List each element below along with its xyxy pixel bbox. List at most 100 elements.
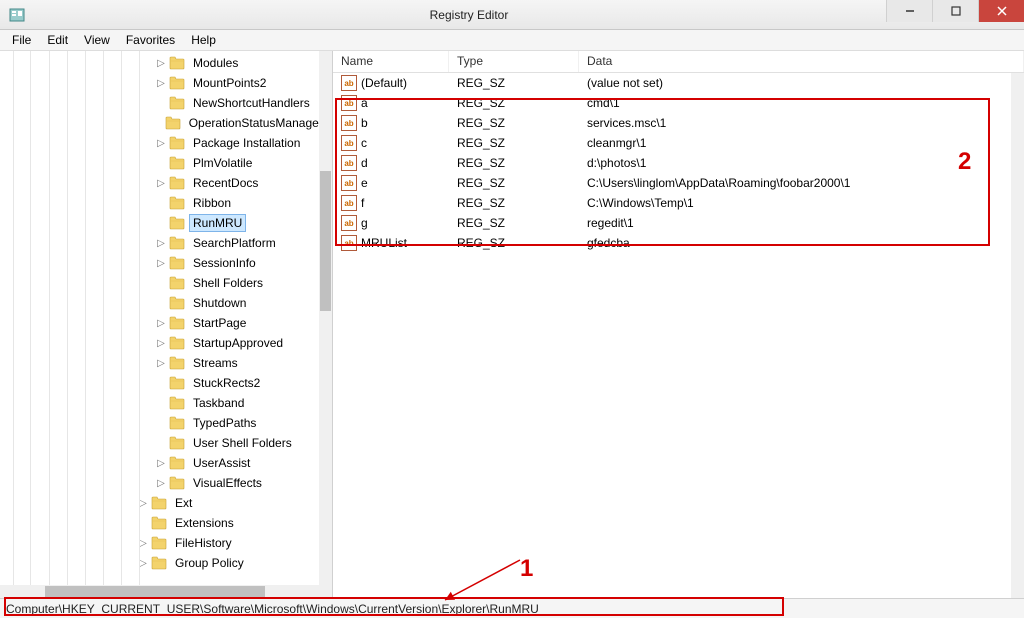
tree-item[interactable]: ▷Shell Folders	[155, 273, 319, 293]
tree-item[interactable]: ▷ SessionInfo	[155, 253, 319, 273]
value-data: d:\photos\1	[579, 156, 1024, 170]
tree-item-label: FileHistory	[171, 534, 236, 552]
expand-icon[interactable]: ▷	[155, 478, 167, 489]
folder-icon	[169, 76, 185, 90]
expand-icon[interactable]: ▷	[137, 498, 149, 509]
folder-icon	[169, 376, 185, 390]
menu-edit[interactable]: Edit	[39, 30, 76, 50]
expand-icon[interactable]: ▷	[155, 338, 167, 349]
tree-item[interactable]: ▷PlmVolatile	[155, 153, 319, 173]
folder-icon	[169, 196, 185, 210]
folder-icon	[151, 536, 167, 550]
menu-view[interactable]: View	[76, 30, 118, 50]
list-item[interactable]: abcREG_SZcleanmgr\1	[333, 133, 1024, 153]
list-item[interactable]: abfREG_SZC:\Windows\Temp\1	[333, 193, 1024, 213]
tree-item-label: Taskband	[189, 394, 248, 412]
tree-item[interactable]: ▷VisualEffects	[155, 473, 319, 493]
tree-pane: ▷Modules▷MountPoints2▷NewShortcutHandler…	[0, 51, 333, 598]
value-type: REG_SZ	[449, 176, 579, 190]
tree-item-label: StartPage	[189, 314, 250, 332]
tree-item[interactable]: ▷MountPoints2	[155, 73, 319, 93]
list-item[interactable]: abaREG_SZcmd\1	[333, 93, 1024, 113]
folder-icon	[169, 296, 185, 310]
tree-item[interactable]: ▷Modules	[155, 53, 319, 73]
maximize-button[interactable]	[932, 0, 978, 22]
list-item[interactable]: abbREG_SZservices.msc\1	[333, 113, 1024, 133]
column-type[interactable]: Type	[449, 51, 579, 72]
value-data: C:\Windows\Temp\1	[579, 196, 1024, 210]
list-item[interactable]: ab(Default)REG_SZ(value not set)	[333, 73, 1024, 93]
list-item[interactable]: abMRUListREG_SZgfedcba	[333, 233, 1024, 253]
tree-item[interactable]: ▷Ribbon	[155, 193, 319, 213]
expand-icon[interactable]: ▷	[137, 558, 149, 569]
tree-item-label: RunMRU	[189, 214, 246, 232]
value-name: g	[361, 216, 368, 230]
list-item[interactable]: abeREG_SZC:\Users\linglom\AppData\Roamin…	[333, 173, 1024, 193]
folder-icon	[169, 316, 185, 330]
tree-item[interactable]: ▷ FileHistory	[137, 533, 319, 553]
tree-item[interactable]: ▷RecentDocs	[155, 173, 319, 193]
column-data[interactable]: Data	[579, 51, 1024, 72]
minimize-button[interactable]	[886, 0, 932, 22]
expand-icon[interactable]: ▷	[155, 58, 167, 69]
expand-icon[interactable]: ▷	[155, 78, 167, 89]
expand-icon[interactable]: ▷	[155, 318, 167, 329]
tree-item[interactable]: ▷User Shell Folders	[155, 433, 319, 453]
menu-file[interactable]: File	[4, 30, 39, 50]
tree-vertical-scrollbar[interactable]	[319, 51, 332, 585]
close-button[interactable]	[978, 0, 1024, 22]
tree-item-label: Ribbon	[189, 194, 235, 212]
value-data: cleanmgr\1	[579, 136, 1024, 150]
string-value-icon: ab	[341, 175, 357, 191]
folder-icon	[169, 136, 185, 150]
tree-item[interactable]: ▷StartupApproved	[155, 333, 319, 353]
tree-item[interactable]: ▷Ext	[137, 493, 319, 513]
tree-item[interactable]: ▷Extensions	[137, 513, 319, 533]
folder-icon	[165, 116, 181, 130]
tree-item[interactable]: ▷TypedPaths	[155, 413, 319, 433]
string-value-icon: ab	[341, 155, 357, 171]
value-name: b	[361, 116, 368, 130]
tree-item[interactable]: ▷OperationStatusManager	[155, 113, 319, 133]
value-name: d	[361, 156, 368, 170]
tree-item[interactable]: ▷Shutdown	[155, 293, 319, 313]
tree-item[interactable]: ▷ StartPage	[155, 313, 319, 333]
expand-icon[interactable]: ▷	[155, 358, 167, 369]
value-data: gfedcba	[579, 236, 1024, 250]
tree-item-label: UserAssist	[189, 454, 254, 472]
expand-icon[interactable]: ▷	[155, 138, 167, 149]
tree-item[interactable]: ▷RunMRU	[155, 213, 319, 233]
string-value-icon: ab	[341, 95, 357, 111]
folder-icon	[151, 496, 167, 510]
column-name[interactable]: Name	[333, 51, 449, 72]
folder-icon	[169, 356, 185, 370]
expand-icon[interactable]: ▷	[137, 538, 149, 549]
folder-icon	[169, 176, 185, 190]
list-item[interactable]: abdREG_SZd:\photos\1	[333, 153, 1024, 173]
tree-item[interactable]: ▷Taskband	[155, 393, 319, 413]
tree-item[interactable]: ▷StuckRects2	[155, 373, 319, 393]
expand-icon[interactable]: ▷	[155, 258, 167, 269]
folder-icon	[151, 556, 167, 570]
value-type: REG_SZ	[449, 76, 579, 90]
list-item[interactable]: abgREG_SZregedit\1	[333, 213, 1024, 233]
expand-icon[interactable]: ▷	[155, 458, 167, 469]
expand-icon[interactable]: ▷	[155, 178, 167, 189]
tree-item[interactable]: ▷NewShortcutHandlers	[155, 93, 319, 113]
tree-item[interactable]: ▷SearchPlatform	[155, 233, 319, 253]
tree-item-label: Shell Folders	[189, 274, 267, 292]
tree-item[interactable]: ▷Package Installation	[155, 133, 319, 153]
expand-icon[interactable]: ▷	[155, 238, 167, 249]
menu-help[interactable]: Help	[183, 30, 224, 50]
tree-horizontal-scrollbar[interactable]	[0, 585, 319, 598]
tree-item-label: TypedPaths	[189, 414, 260, 432]
tree-item[interactable]: ▷Streams	[155, 353, 319, 373]
tree-item[interactable]: ▷Group Policy	[137, 553, 319, 573]
folder-icon	[151, 516, 167, 530]
tree-item[interactable]: ▷ UserAssist	[155, 453, 319, 473]
tree-item-label: SessionInfo	[189, 254, 260, 272]
folder-icon	[169, 276, 185, 290]
list-vertical-scrollbar[interactable]	[1011, 73, 1024, 598]
value-name: MRUList	[361, 236, 407, 250]
menu-favorites[interactable]: Favorites	[118, 30, 183, 50]
